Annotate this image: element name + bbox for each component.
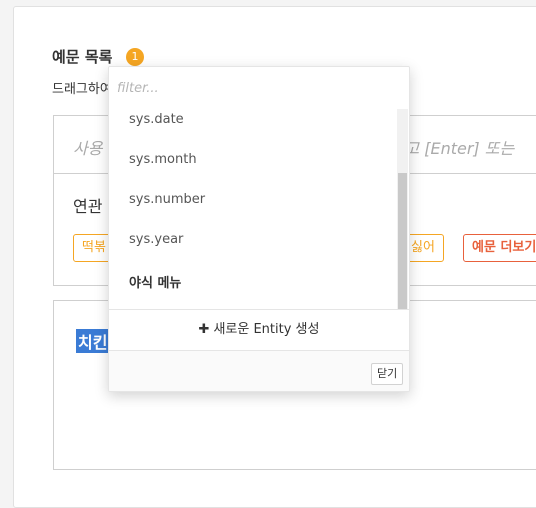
related-examples-title: 연관 bbox=[73, 197, 103, 216]
more-examples-button[interactable]: 예문 더보기 bbox=[463, 234, 536, 262]
entity-option-sys-number[interactable]: sys.number bbox=[129, 192, 205, 207]
selected-text[interactable]: 치킨 bbox=[76, 329, 110, 353]
create-entity-label: 새로운 Entity 생성 bbox=[213, 322, 320, 337]
example-input-placeholder: 사용 bbox=[73, 139, 103, 158]
dropdown-footer: 닫기 bbox=[109, 350, 409, 391]
example-count-badge: 1 bbox=[126, 48, 144, 66]
entity-dropdown: sys.date sys.month sys.number sys.year 야… bbox=[108, 66, 410, 392]
entity-option-sys-date[interactable]: sys.date bbox=[129, 112, 184, 127]
create-entity-button[interactable]: ✚ 새로운 Entity 생성 bbox=[109, 309, 409, 350]
close-button[interactable]: 닫기 bbox=[371, 363, 404, 385]
example-list-title: 예문 목록 bbox=[52, 48, 113, 66]
entity-option-sys-month[interactable]: sys.month bbox=[129, 152, 197, 167]
entity-list: sys.date sys.month sys.number sys.year 야… bbox=[109, 109, 397, 309]
entity-list-scroll-thumb[interactable] bbox=[398, 173, 407, 309]
plus-icon: ✚ bbox=[198, 322, 210, 337]
example-list-description: 드래그하여 bbox=[52, 82, 112, 97]
entity-option-sys-year[interactable]: sys.year bbox=[129, 232, 183, 247]
entity-option-late-night-menu[interactable]: 야식 메뉴 bbox=[129, 272, 181, 291]
entity-filter-input[interactable] bbox=[109, 67, 409, 109]
